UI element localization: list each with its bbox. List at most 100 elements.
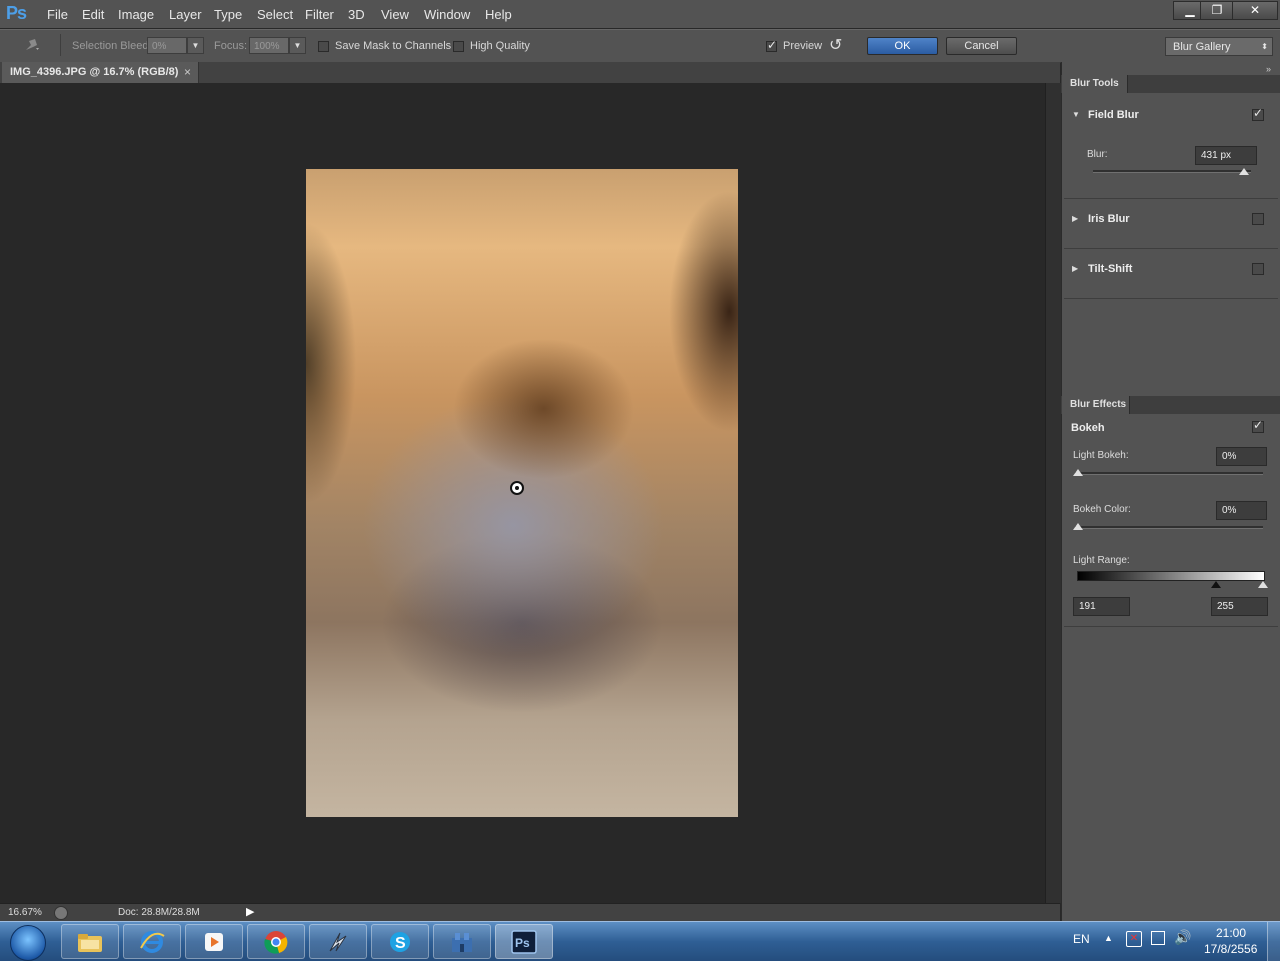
castle-app-icon <box>452 933 472 952</box>
menu-select[interactable]: Select <box>257 7 293 22</box>
action-center-flag-icon[interactable]: ✕ <box>1126 931 1142 947</box>
blur-slider-knob[interactable] <box>1239 168 1249 175</box>
options-bar: Selection Bleed: 0% ▼ Focus: 100% ▼ Save… <box>0 29 1280 63</box>
workspace-label: Blur Gallery <box>1173 41 1231 53</box>
document-tab[interactable]: IMG_4396.JPG @ 16.7% (RGB/8) × <box>2 62 199 83</box>
light-range-gradient[interactable] <box>1077 571 1265 581</box>
restore-button[interactable]: ❐ <box>1200 1 1234 20</box>
divider <box>60 34 61 56</box>
network-icon[interactable] <box>1151 931 1165 945</box>
close-window-button[interactable]: ✕ <box>1232 1 1278 20</box>
blur-pin-icon[interactable] <box>510 481 524 495</box>
taskbar-app-window[interactable] <box>433 924 491 959</box>
collapsed-triangle-icon[interactable]: ▶ <box>1072 264 1078 273</box>
skype-icon: S <box>390 932 410 952</box>
language-indicator[interactable]: EN <box>1073 932 1090 946</box>
light-range-low-field[interactable]: 191 <box>1073 597 1130 616</box>
tab-blur-tools[interactable]: Blur Tools <box>1062 75 1128 93</box>
taskbar-photoshop[interactable]: Ps <box>495 924 553 959</box>
save-mask-checkbox[interactable] <box>318 41 329 52</box>
light-bokeh-label: Light Bokeh: <box>1073 450 1129 461</box>
menu-file[interactable]: File <box>47 7 68 22</box>
clock-date[interactable]: 17/8/2556 <box>1204 942 1257 956</box>
menu-help[interactable]: Help <box>485 7 512 22</box>
menu-edit[interactable]: Edit <box>82 7 104 22</box>
selection-bleed-label: Selection Bleed: <box>72 40 152 52</box>
taskbar-app-tool[interactable] <box>309 924 367 959</box>
show-desktop-button[interactable] <box>1267 922 1280 961</box>
bokeh-color-slider-track[interactable] <box>1075 526 1263 529</box>
field-blur-label: Field Blur <box>1088 109 1139 121</box>
volume-icon[interactable]: 🔊 <box>1174 929 1191 946</box>
windows-taskbar: S Ps EN ▲ ✕ 🔊 21:00 17/8/2556 <box>0 921 1280 961</box>
clock-time[interactable]: 21:00 <box>1216 926 1246 940</box>
iris-blur-checkbox[interactable] <box>1252 213 1264 225</box>
preview-checkbox[interactable] <box>766 38 777 52</box>
chrome-icon <box>264 931 288 954</box>
pin-tool-icon[interactable] <box>22 36 42 54</box>
light-bokeh-slider-track[interactable] <box>1075 472 1263 475</box>
bokeh-color-field[interactable]: 0% <box>1216 501 1267 520</box>
divider <box>1064 198 1278 199</box>
status-menu-arrow-icon[interactable]: ▶ <box>246 905 254 918</box>
light-range-high-field[interactable]: 255 <box>1211 597 1268 616</box>
cancel-button[interactable]: Cancel <box>946 37 1017 55</box>
divider <box>1064 626 1278 627</box>
focus-field[interactable]: 100% <box>249 37 289 54</box>
expand-triangle-icon[interactable]: ▼ <box>1072 110 1080 119</box>
taskbar-media-player[interactable] <box>185 924 243 959</box>
windows-logo-icon <box>10 925 46 961</box>
light-range-low-knob[interactable] <box>1211 581 1221 588</box>
svg-text:Ps: Ps <box>515 936 530 950</box>
blur-panel <box>1061 62 1280 921</box>
internet-explorer-icon <box>140 931 165 953</box>
menu-window[interactable]: Window <box>424 7 470 22</box>
high-quality-checkbox[interactable] <box>453 41 464 52</box>
bokeh-checkbox[interactable] <box>1252 418 1264 433</box>
svg-text:S: S <box>395 935 406 952</box>
blur-amount-label: Blur: <box>1087 149 1108 160</box>
tilt-shift-checkbox[interactable] <box>1252 263 1264 275</box>
zoom-level[interactable]: 16.67% <box>8 907 42 918</box>
tilt-shift-label: Tilt-Shift <box>1088 263 1133 275</box>
menu-3d[interactable]: 3D <box>348 7 365 22</box>
light-bokeh-field[interactable]: 0% <box>1216 447 1267 466</box>
field-blur-checkbox[interactable] <box>1252 106 1264 121</box>
taskbar-file-explorer[interactable] <box>61 924 119 959</box>
focus-dropdown[interactable]: ▼ <box>289 37 306 54</box>
divider <box>1064 248 1278 249</box>
selection-bleed-dropdown[interactable]: ▼ <box>187 37 204 54</box>
status-bar: 16.67% Doc: 28.8M/28.8M ▶ <box>0 903 1060 922</box>
menu-image[interactable]: Image <box>118 7 154 22</box>
menu-filter[interactable]: Filter <box>305 7 334 22</box>
blurred-photo[interactable] <box>306 169 738 817</box>
menu-bar: Ps File Edit Image Layer Type Select Fil… <box>0 0 1280 28</box>
taskbar-internet-explorer[interactable] <box>123 924 181 959</box>
bokeh-color-slider-knob[interactable] <box>1073 523 1083 530</box>
taskbar-chrome[interactable] <box>247 924 305 959</box>
blur-slider-track[interactable] <box>1093 170 1251 173</box>
start-button[interactable] <box>2 922 52 961</box>
ok-button[interactable]: OK <box>867 37 938 55</box>
media-player-icon <box>205 933 223 951</box>
reset-icon[interactable]: ↺ <box>829 35 847 55</box>
collapsed-triangle-icon[interactable]: ▶ <box>1072 214 1078 223</box>
collapse-panel-icon[interactable]: » <box>1266 64 1271 74</box>
vertical-scrollbar[interactable] <box>1045 83 1061 903</box>
light-bokeh-slider-knob[interactable] <box>1073 469 1083 476</box>
menu-view[interactable]: View <box>381 7 409 22</box>
folder-icon <box>78 934 102 952</box>
taskbar-skype[interactable]: S <box>371 924 429 959</box>
menu-layer[interactable]: Layer <box>169 7 202 22</box>
show-hidden-icons-icon[interactable]: ▲ <box>1104 933 1113 943</box>
menu-type[interactable]: Type <box>214 7 242 22</box>
status-info-icon[interactable] <box>54 906 68 920</box>
tab-blur-effects[interactable]: Blur Effects <box>1062 396 1130 414</box>
selection-bleed-field[interactable]: 0% <box>147 37 187 54</box>
close-tab-icon[interactable]: × <box>184 65 191 79</box>
blur-amount-field[interactable]: 431 px <box>1195 146 1257 165</box>
focus-label: Focus: <box>214 40 248 52</box>
light-range-high-knob[interactable] <box>1258 581 1268 588</box>
workspace-switcher[interactable]: Blur Gallery ⬍ <box>1165 37 1273 56</box>
bokeh-label: Bokeh <box>1071 422 1105 434</box>
